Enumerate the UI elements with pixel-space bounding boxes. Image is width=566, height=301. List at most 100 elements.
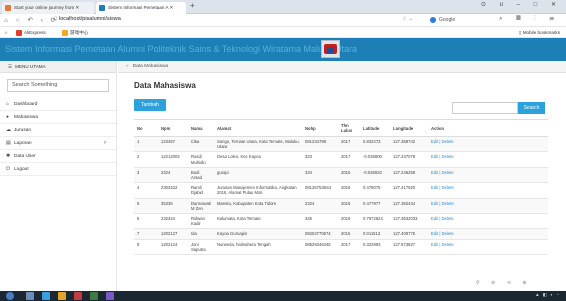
row-actions[interactable]: Edit | Delete: [428, 182, 548, 199]
sidebar-item-mahasiswa[interactable]: ● Mahasiswa: [0, 111, 116, 124]
taskbar-app-icon[interactable]: [106, 292, 114, 300]
table-cell: 123457: [158, 136, 188, 153]
table-row: 8 1202124 Joni Saputra Nurweda, halmahera T…: [134, 239, 548, 256]
table-cell: Ridwan Kadir: [188, 213, 215, 230]
table-cell: Budi Arsad: [188, 167, 215, 184]
column-header: No: [134, 119, 158, 137]
table-cell: 2017: [338, 151, 361, 168]
mobile-bookmarks[interactable]: ▯ Mobile bookmarks: [519, 27, 560, 38]
search-engine-icon: [430, 16, 436, 23]
aliexpress-icon: [16, 29, 22, 36]
column-header: Npm: [158, 119, 188, 137]
address-bar: ⌂ ○ ↶ ‹ ⟳ ▯ localhost/pisalumni/siswa ☆ ⌄…: [0, 14, 566, 27]
address-actions[interactable]: ☆ ⌄: [402, 16, 413, 22]
menu-header: ☰ MENU UTAMA: [0, 61, 116, 73]
row-actions[interactable]: Edit | Delete: [428, 167, 548, 184]
sidebar-item-dashboard[interactable]: ⌂ Dashboard: [0, 98, 116, 111]
table-cell: 2015: [338, 167, 361, 184]
sidebar-item-jurusan[interactable]: ☁ Jurusan: [0, 124, 116, 137]
table-cell: Darmawati M Zen: [188, 198, 215, 215]
table-cell: gurapi: [214, 167, 303, 184]
home-icon: ⌂: [6, 102, 9, 107]
taskbar-app-icon[interactable]: [26, 292, 34, 300]
table-row: 3 2324 Budi Arsad gurapi 334 2015 -0.026920 127…: [134, 167, 548, 184]
table-row: 7 1202127 Ida Kayoa Guruapin 08253770674 2015…: [134, 228, 548, 240]
url-field[interactable]: ▯ localhost/pisalumni/siswa: [54, 16, 121, 22]
table-cell: 345: [302, 213, 339, 230]
search-button[interactable]: Search: [518, 102, 545, 114]
table-cell: Jurusan Manajemen Informatika, Angkatan …: [214, 182, 303, 199]
bookmark-aliexpress[interactable]: AliExpress: [16, 27, 46, 38]
toolbar-icons[interactable]: ⌕ ▦ ⋮ ☰: [499, 16, 560, 23]
row-actions[interactable]: Edit | Delete: [428, 151, 548, 168]
table-cell: 35335: [158, 198, 188, 215]
table-cell: 127.246258: [390, 167, 429, 184]
table-cell: Desa Loleo, Kec Kayoa: [214, 151, 303, 168]
row-actions[interactable]: Edit | Delete: [428, 136, 548, 153]
table-cell: 232424: [158, 213, 188, 230]
taskbar-app-icon[interactable]: [58, 292, 66, 300]
table-cell: 2: [134, 151, 158, 168]
menu-icon: ☰: [8, 64, 13, 69]
student-table: No Npm Nama Alamat Nohp Thn Lulus Latitu…: [134, 119, 548, 256]
table-cell: 2015: [338, 228, 361, 240]
user-icon: ●: [6, 115, 9, 120]
row-actions[interactable]: Edit | Delete: [428, 198, 548, 215]
table-cell: 08253770674: [302, 228, 339, 240]
table-cell: 0.7672624: [360, 213, 391, 230]
table-cell: 081267536S4: [302, 182, 339, 199]
start-button[interactable]: [6, 292, 14, 300]
sidebar-search-input[interactable]: Search Something: [7, 79, 109, 92]
bookmark-game-center[interactable]: 游戏中心: [62, 27, 88, 38]
table-cell: 2016: [338, 213, 361, 230]
table-cell: -0.026800: [360, 151, 391, 168]
search-input[interactable]: [452, 102, 518, 114]
column-header: Thn Lulus: [338, 119, 361, 137]
table-cell: Nurweda, halmahera Tengah: [214, 239, 303, 256]
browser-tab-start[interactable]: Start your online journey from ✕: [2, 2, 94, 14]
row-actions[interactable]: Edit | Delete: [428, 228, 548, 240]
taskbar-app-icon[interactable]: [74, 292, 82, 300]
window-controls[interactable]: ⊙ ʊ – □ ✕: [481, 1, 562, 8]
table-cell: 127.368742: [390, 136, 429, 153]
app-header: Sistem Informasi Pemetaan Alumni Politek…: [0, 38, 566, 61]
new-tab-icon[interactable]: +: [190, 1, 195, 10]
table-cell: 127.417920: [390, 182, 429, 199]
tab-favicon-icon: [5, 5, 11, 11]
gear-icon: ✱: [6, 154, 11, 159]
add-button[interactable]: Tambah: [134, 99, 166, 111]
sidebar-item-data-user[interactable]: ✱ Data User: [0, 150, 116, 163]
taskbar-app-icon[interactable]: [42, 292, 50, 300]
table-cell: 08529346345: [302, 239, 339, 256]
page-title: Data Mahasiswa: [134, 81, 196, 90]
browser-tab-active[interactable]: Sistem Informasi Pemetaan A ✕: [96, 2, 186, 14]
table-cell: Joni Saputra: [188, 239, 215, 256]
page-icon: ▯: [54, 16, 58, 22]
table-cell: -0.026920: [360, 167, 391, 184]
collapse-icon[interactable]: «: [126, 64, 129, 69]
sidebar-item-laporan[interactable]: ▤ Laporan ›: [0, 137, 116, 150]
row-actions[interactable]: Edit | Delete: [428, 239, 548, 256]
table-cell: 1202124: [158, 239, 188, 256]
browser-search-field[interactable]: Google: [430, 16, 500, 25]
table-cell: Mareku, Kabupaten Kota Tidore: [214, 198, 303, 215]
sidebar-item-logout[interactable]: ⏻ Logout: [0, 163, 116, 176]
taskbar-app-icon[interactable]: [90, 292, 98, 300]
table-cell: 0.478075: [360, 182, 391, 199]
file-icon: ▤: [6, 141, 11, 146]
table-row: 2 12212003 Rusdi Muhidin Desa Loleo, Kec Ka…: [134, 151, 548, 168]
table-cell: 334: [302, 167, 339, 184]
row-actions[interactable]: Edit | Delete: [428, 213, 548, 230]
nav-buttons[interactable]: ⌂ ○ ↶ ‹ ⟳: [4, 16, 59, 24]
table-cell: 0.322993: [360, 239, 391, 256]
table-cell: 6: [134, 213, 158, 230]
table-cell: 2017: [338, 136, 361, 153]
table-cell: Kalumata, Kota Ternate: [214, 213, 303, 230]
system-tray[interactable]: ▲ ◧ ◐ ◔: [535, 292, 560, 298]
chevron-right-icon: ›: [104, 140, 106, 146]
table-cell: 0.011513: [360, 228, 391, 240]
table-cell: 127.873827: [390, 239, 429, 256]
browser-tab-bar: Start your online journey from ✕ Sistem …: [0, 0, 566, 14]
table-cell: 0.477977: [360, 198, 391, 215]
star-icon[interactable]: ☆: [4, 27, 8, 38]
